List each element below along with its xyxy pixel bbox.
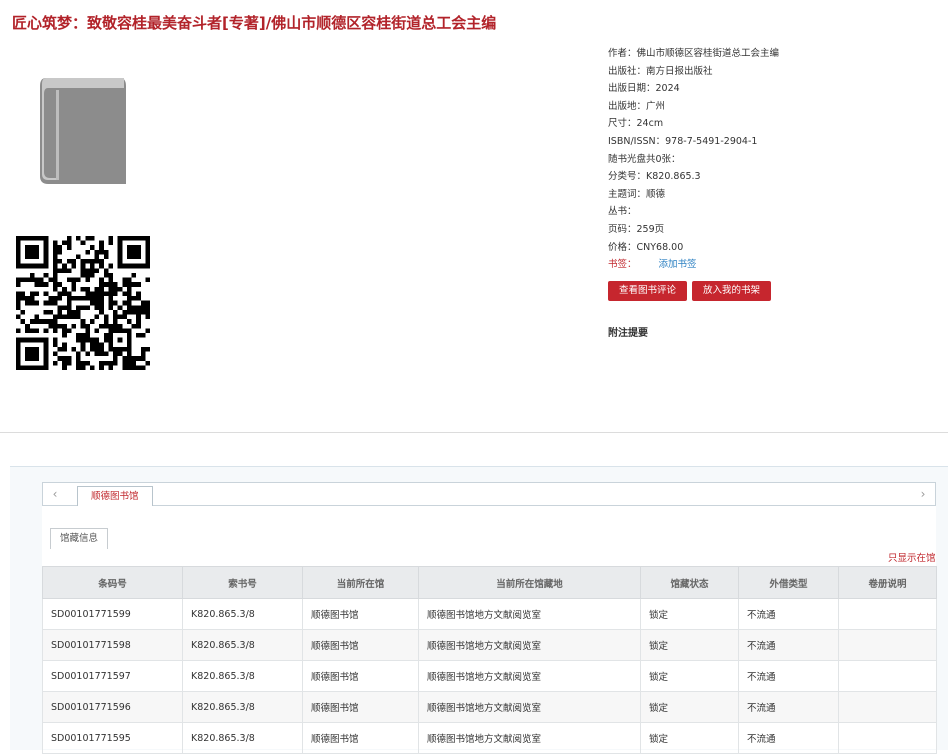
meta-bookmark: 书签： 添加书签	[608, 256, 779, 274]
notes-heading: 附注提要	[608, 328, 648, 339]
holdings-table: 条码号 索书号 当前所在馆 当前所在馆藏地 馆藏状态 外借类型 卷册说明 SD0…	[42, 566, 937, 754]
cell-volume-note	[838, 691, 937, 723]
col-volume-note: 卷册说明	[838, 566, 937, 599]
section-divider	[0, 432, 948, 433]
table-row: SD00101771596 K820.865.3/8 顺德图书馆 顺德图书馆地方…	[42, 691, 937, 723]
table-row: SD00101771597 K820.865.3/8 顺德图书馆 顺德图书馆地方…	[42, 660, 937, 692]
meta-subject: 主题词：顺德	[608, 188, 666, 200]
cell-status: 锁定	[640, 660, 739, 692]
cell-location: 顺德图书馆地方文献阅览室	[418, 629, 641, 661]
col-loan-type: 外借类型	[738, 566, 839, 599]
action-buttons: 查看图书评论 放入我的书架	[608, 278, 776, 301]
cell-status: 锁定	[640, 629, 739, 661]
cell-barcode: SD00101771597	[42, 660, 183, 692]
cell-library: 顺德图书馆	[302, 629, 419, 661]
cell-volume-note	[838, 660, 937, 692]
meta-author: 作者：佛山市顺德区容桂街道总工会主编	[608, 48, 780, 59]
cell-library: 顺德图书馆	[302, 598, 419, 630]
tab-shunde-library[interactable]: 顺德图书馆	[77, 486, 153, 506]
bookmark-label: 书签：	[608, 259, 637, 271]
meta-publisher: 出版社：南方日报出版社	[608, 65, 713, 77]
cell-library: 顺德图书馆	[302, 691, 419, 723]
tab-holdings-info[interactable]: 馆藏信息	[50, 528, 109, 549]
view-reviews-button[interactable]: 查看图书评论	[608, 281, 688, 301]
cell-call-number: K820.865.3/8	[182, 660, 303, 692]
book-metadata: 作者：佛山市顺德区容桂街道总工会主编 出版社：南方日报出版社 出版日期：2024…	[608, 45, 779, 274]
table-row: SD00101771599 K820.865.3/8 顺德图书馆 顺德图书馆地方…	[42, 598, 937, 630]
meta-class-no: 分类号：K820.865.3	[608, 171, 701, 183]
add-bookmark-link[interactable]: 添加书签	[659, 259, 697, 270]
cell-loan-type: 不流通	[738, 629, 839, 661]
cell-status: 锁定	[640, 598, 739, 630]
library-tabbar: ‹ 顺德图书馆 ›	[42, 482, 936, 506]
table-header-row: 条码号 索书号 当前所在馆 当前所在馆藏地 馆藏状态 外借类型 卷册说明	[42, 566, 937, 599]
cell-location: 顺德图书馆地方文献阅览室	[418, 691, 641, 723]
meta-series: 丛书：	[608, 206, 637, 218]
cell-barcode: SD00101771598	[42, 629, 183, 661]
col-call-number: 索书号	[182, 566, 303, 599]
qr-code	[16, 236, 150, 370]
cell-loan-type: 不流通	[738, 598, 839, 630]
meta-pub-place: 出版地：广州	[608, 100, 666, 112]
meta-price: 价格：CNY68.00	[608, 241, 684, 253]
table-row: SD00101771598 K820.865.3/8 顺德图书馆 顺德图书馆地方…	[42, 629, 937, 661]
cell-call-number: K820.865.3/8	[182, 691, 303, 723]
tab-scroll-left-icon[interactable]: ‹	[45, 483, 65, 505]
only-show-available-link[interactable]: 只显示在馆	[888, 550, 936, 564]
cell-volume-note	[838, 629, 937, 661]
meta-disc: 随书光盘共0张：	[608, 153, 681, 165]
meta-pub-date: 出版日期：2024	[608, 83, 680, 95]
col-barcode: 条码号	[42, 566, 183, 599]
book-cover-icon	[40, 78, 126, 184]
meta-isbn: ISBN/ISSN：978-7-5491-2904-1	[608, 135, 758, 147]
cell-call-number: K820.865.3/8	[182, 629, 303, 661]
cell-barcode: SD00101771596	[42, 691, 183, 723]
col-current-location: 当前所在馆藏地	[418, 566, 641, 599]
cell-location: 顺德图书馆地方文献阅览室	[418, 598, 641, 630]
col-current-library: 当前所在馆	[302, 566, 419, 599]
col-status: 馆藏状态	[640, 566, 739, 599]
cell-loan-type: 不流通	[738, 691, 839, 723]
cell-location: 顺德图书馆地方文献阅览室	[418, 660, 641, 692]
cell-loan-type: 不流通	[738, 660, 839, 692]
meta-pages: 页码：259页	[608, 223, 665, 235]
cell-status: 锁定	[640, 691, 739, 723]
cell-volume-note	[838, 598, 937, 630]
book-title: 匠心筑梦：致敬容桂最美奋斗者[专著]/佛山市顺德区容桂街道总工会主编	[12, 14, 497, 32]
cell-call-number: K820.865.3/8	[182, 598, 303, 630]
cell-library: 顺德图书馆	[302, 660, 419, 692]
add-to-shelf-button[interactable]: 放入我的书架	[692, 281, 772, 301]
cell-barcode: SD00101771599	[42, 598, 183, 630]
tab-scroll-right-icon[interactable]: ›	[913, 483, 933, 505]
meta-size: 尺寸：24cm	[608, 118, 664, 130]
